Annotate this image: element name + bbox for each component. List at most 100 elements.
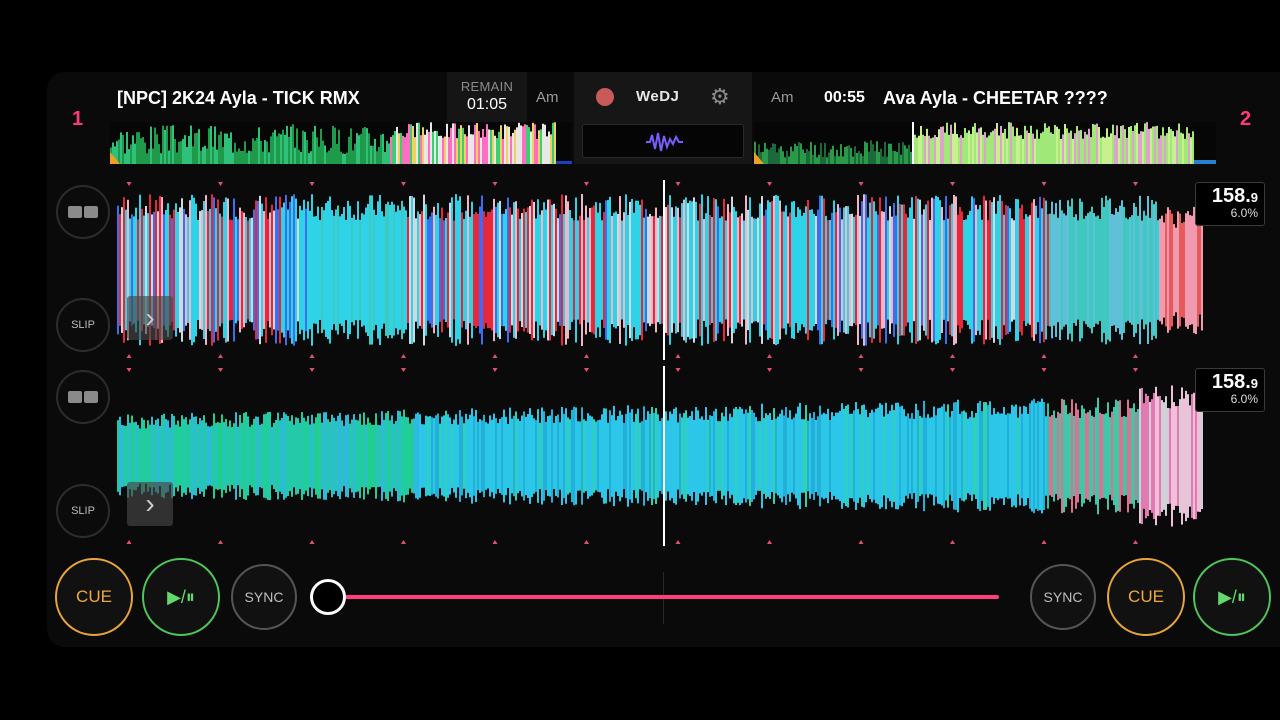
- waveform-toggle-button[interactable]: [582, 124, 744, 158]
- deck-2-sync-button[interactable]: SYNC: [1030, 564, 1096, 630]
- waveform-bar: [565, 195, 567, 345]
- deck-2-slip-button[interactable]: SLIP: [56, 484, 110, 538]
- beat-marker: [584, 354, 589, 358]
- waveform-bar: [1003, 214, 1005, 326]
- waveform-bar: [1027, 414, 1029, 498]
- deck-1-waveform[interactable]: [117, 180, 1209, 360]
- waveform-bar: [397, 205, 399, 335]
- crossfader-knob[interactable]: [310, 579, 346, 615]
- waveform-bar: [635, 413, 637, 499]
- deck-2-time[interactable]: 00:55: [824, 89, 865, 107]
- waveform-bar: [919, 415, 921, 497]
- waveform-bar: [463, 218, 465, 322]
- record-icon[interactable]: [596, 88, 614, 106]
- waveform-bar: [241, 211, 243, 329]
- overview-bar: [236, 151, 238, 164]
- waveform-bar: [949, 205, 951, 335]
- waveform-bar: [1015, 404, 1017, 508]
- waveform-bar: [361, 213, 363, 327]
- deck-1-dual-view-button[interactable]: [56, 185, 110, 239]
- deck-1-overview-waveform[interactable]: [110, 122, 572, 164]
- waveform-bar: [249, 426, 251, 486]
- waveform-bar: [867, 417, 869, 495]
- waveform-bar: [1151, 399, 1153, 513]
- waveform-bar: [661, 216, 663, 324]
- deck-2-bpm-display[interactable]: 158.9 6.0%: [1195, 368, 1265, 412]
- waveform-bar: [283, 202, 285, 338]
- waveform-bar: [1177, 211, 1179, 329]
- beat-marker: [1041, 354, 1047, 358]
- overview-bar: [792, 151, 794, 164]
- deck-2-chevron-right-icon[interactable]: ›: [127, 482, 173, 526]
- waveform-bar: [703, 419, 705, 493]
- gear-icon[interactable]: ⚙: [710, 84, 730, 110]
- overview-bar: [1008, 122, 1010, 164]
- waveform-bar: [743, 413, 745, 499]
- deck-1-slip-button[interactable]: SLIP: [56, 298, 110, 352]
- overview-bar: [122, 134, 124, 164]
- deck-1-cue-button[interactable]: CUE: [55, 558, 133, 636]
- waveform-bar: [399, 210, 401, 330]
- waveform-bar: [301, 210, 303, 330]
- deck-2-cue-button[interactable]: CUE: [1107, 558, 1185, 636]
- overview-bar: [312, 131, 314, 164]
- waveform-bar: [835, 212, 837, 328]
- overview-bar: [1000, 125, 1002, 164]
- deck-2-play-pause-button[interactable]: ▶/⏸: [1193, 558, 1271, 636]
- overview-bar: [1202, 160, 1204, 164]
- crossfader-track[interactable]: [329, 595, 999, 599]
- waveform-bar: [563, 214, 565, 326]
- waveform-bar: [841, 219, 843, 321]
- waveform-bar: [737, 409, 739, 503]
- waveform-bar: [197, 424, 199, 488]
- deck-1-chevron-right-icon[interactable]: ›: [127, 296, 173, 340]
- overview-bar: [1066, 128, 1068, 164]
- waveform-bar: [251, 424, 253, 488]
- waveform-bar: [1039, 196, 1041, 344]
- deck-1-bpm-display[interactable]: 158.9 6.0%: [1195, 182, 1265, 226]
- deck-1-remain-display[interactable]: REMAIN 01:05: [447, 72, 527, 122]
- waveform-bar: [707, 196, 709, 344]
- overview-bar: [936, 136, 938, 164]
- overview-bar: [442, 137, 444, 164]
- waveform-bar: [1165, 213, 1167, 327]
- waveform-bar: [713, 411, 715, 501]
- waveform-bar: [293, 424, 295, 488]
- waveform-bar: [175, 203, 177, 337]
- waveform-bar: [729, 413, 731, 499]
- waveform-bar: [795, 413, 797, 499]
- overview-playhead: [912, 122, 914, 164]
- waveform-bar: [367, 203, 369, 337]
- deck-2-dual-view-button[interactable]: [56, 370, 110, 424]
- waveform-bar: [903, 204, 905, 336]
- waveform-bar: [733, 408, 735, 504]
- waveform-bar: [431, 417, 433, 495]
- waveform-bar: [187, 217, 189, 323]
- overview-bar: [520, 125, 522, 164]
- waveform-bar: [1041, 208, 1043, 332]
- deck-2-waveform[interactable]: [117, 366, 1209, 546]
- waveform-bar: [613, 212, 615, 328]
- waveform-bar: [719, 218, 721, 322]
- waveform-bar: [871, 197, 873, 343]
- waveform-bar: [695, 407, 697, 505]
- waveform-bar: [545, 421, 547, 491]
- waveform-bar: [905, 213, 907, 327]
- waveform-bar: [1065, 405, 1067, 507]
- overview-bar: [1098, 126, 1100, 164]
- deck-1-play-pause-button[interactable]: ▶/⏸: [142, 558, 220, 636]
- waveform-bar: [595, 202, 597, 338]
- waveform-bar: [1185, 213, 1187, 327]
- waveform-bar: [879, 197, 881, 343]
- beat-marker: [950, 354, 955, 358]
- deck-1-sync-button[interactable]: SYNC: [231, 564, 297, 630]
- waveform-bar: [1033, 398, 1035, 514]
- waveform-bar: [991, 202, 993, 338]
- waveform-bar: [1065, 215, 1067, 325]
- waveform-bar: [1075, 403, 1077, 509]
- beat-marker: [767, 540, 772, 544]
- deck-2-overview-waveform[interactable]: [754, 122, 1216, 164]
- deck-2-track-title[interactable]: Ava Ayla - CHEETAR ????: [883, 88, 1108, 109]
- deck-1-track-title[interactable]: [NPC] 2K24 Ayla - TICK RMX: [117, 88, 360, 109]
- overview-bar: [852, 156, 854, 164]
